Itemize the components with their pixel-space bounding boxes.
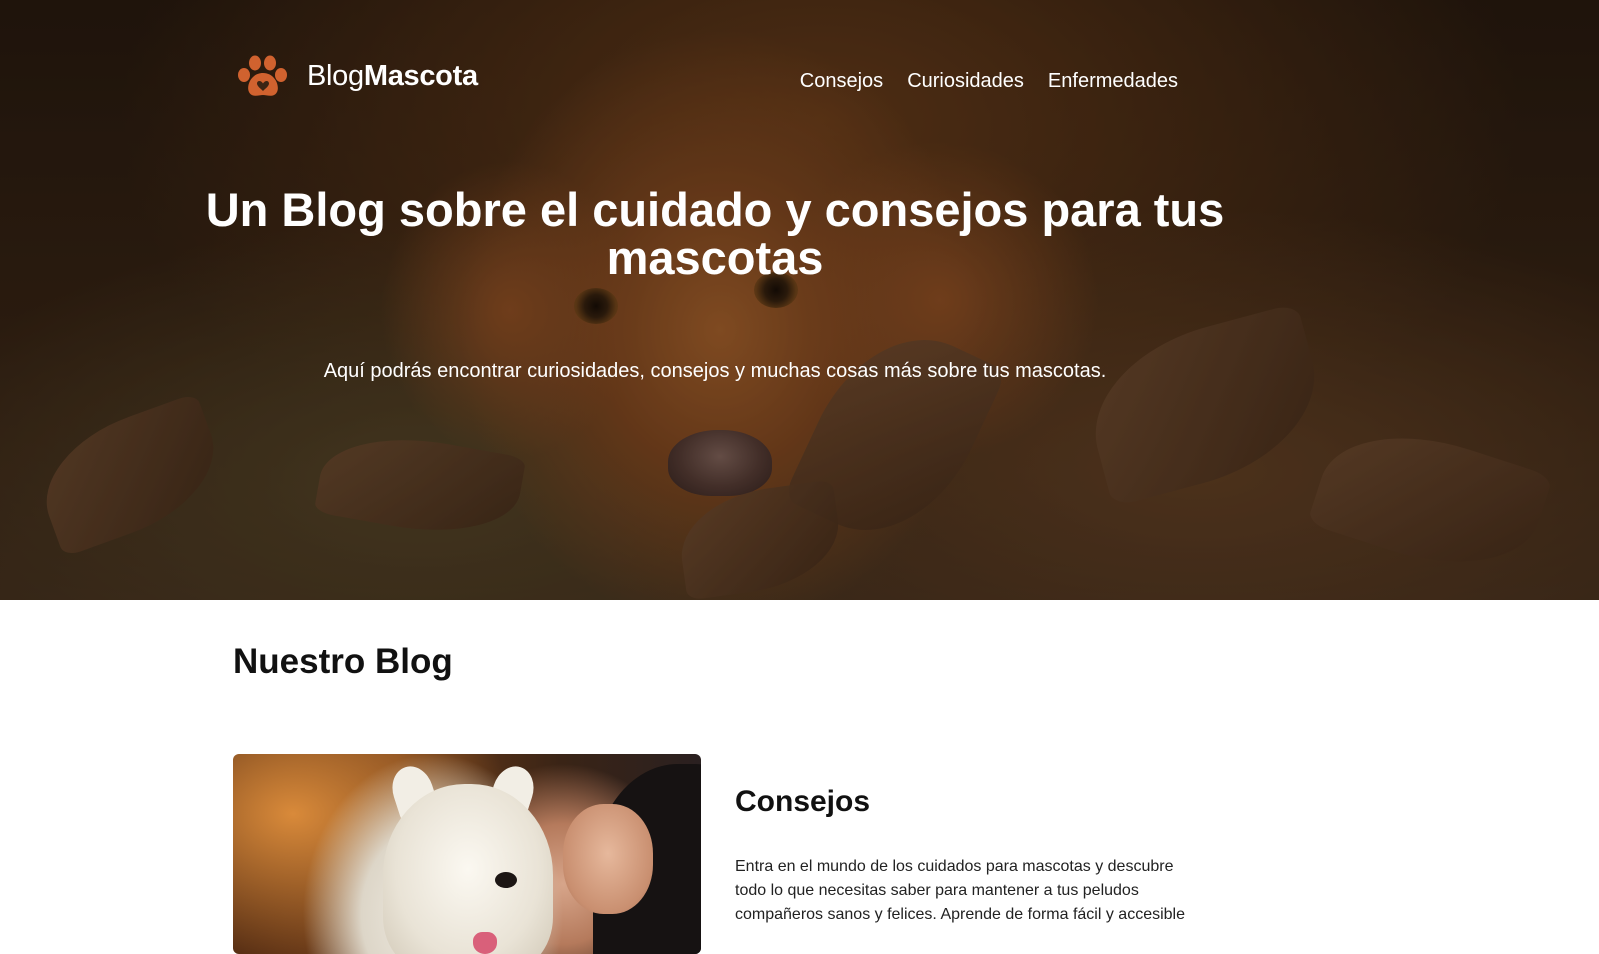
post-image-dog-nose — [495, 872, 517, 888]
brand-name: BlogMascota — [307, 60, 478, 93]
post-image-woman-face — [563, 804, 653, 914]
nav-link-enfermedades[interactable]: Enfermedades — [1048, 70, 1178, 93]
nav-menu: Consejos Curiosidades Enfermedades — [800, 70, 1178, 93]
brand-logo[interactable]: BlogMascota — [235, 52, 478, 100]
top-navbar: BlogMascota Consejos Curiosidades Enferm… — [0, 0, 1599, 150]
post-title[interactable]: Consejos — [735, 785, 870, 819]
brand-name-light: Blog — [307, 59, 364, 92]
nav-link-curiosidades[interactable]: Curiosidades — [907, 70, 1024, 93]
post-image-dog-tongue — [473, 932, 497, 954]
brand-name-bold: Mascota — [363, 59, 478, 92]
hero-section: BlogMascota Consejos Curiosidades Enferm… — [0, 0, 1599, 600]
post-image-dog — [383, 784, 553, 954]
hero-subtitle: Aquí podrás encontrar curiosidades, cons… — [323, 360, 1107, 382]
blog-section-title: Nuestro Blog — [233, 642, 453, 681]
post-excerpt: Entra en el mundo de los cuidados para m… — [735, 858, 1186, 923]
hero-title: Un Blog sobre el cuidado y consejos para… — [205, 183, 1225, 284]
post-image[interactable] — [233, 754, 701, 954]
paw-icon — [235, 53, 291, 99]
nav-link-consejos[interactable]: Consejos — [800, 70, 883, 93]
